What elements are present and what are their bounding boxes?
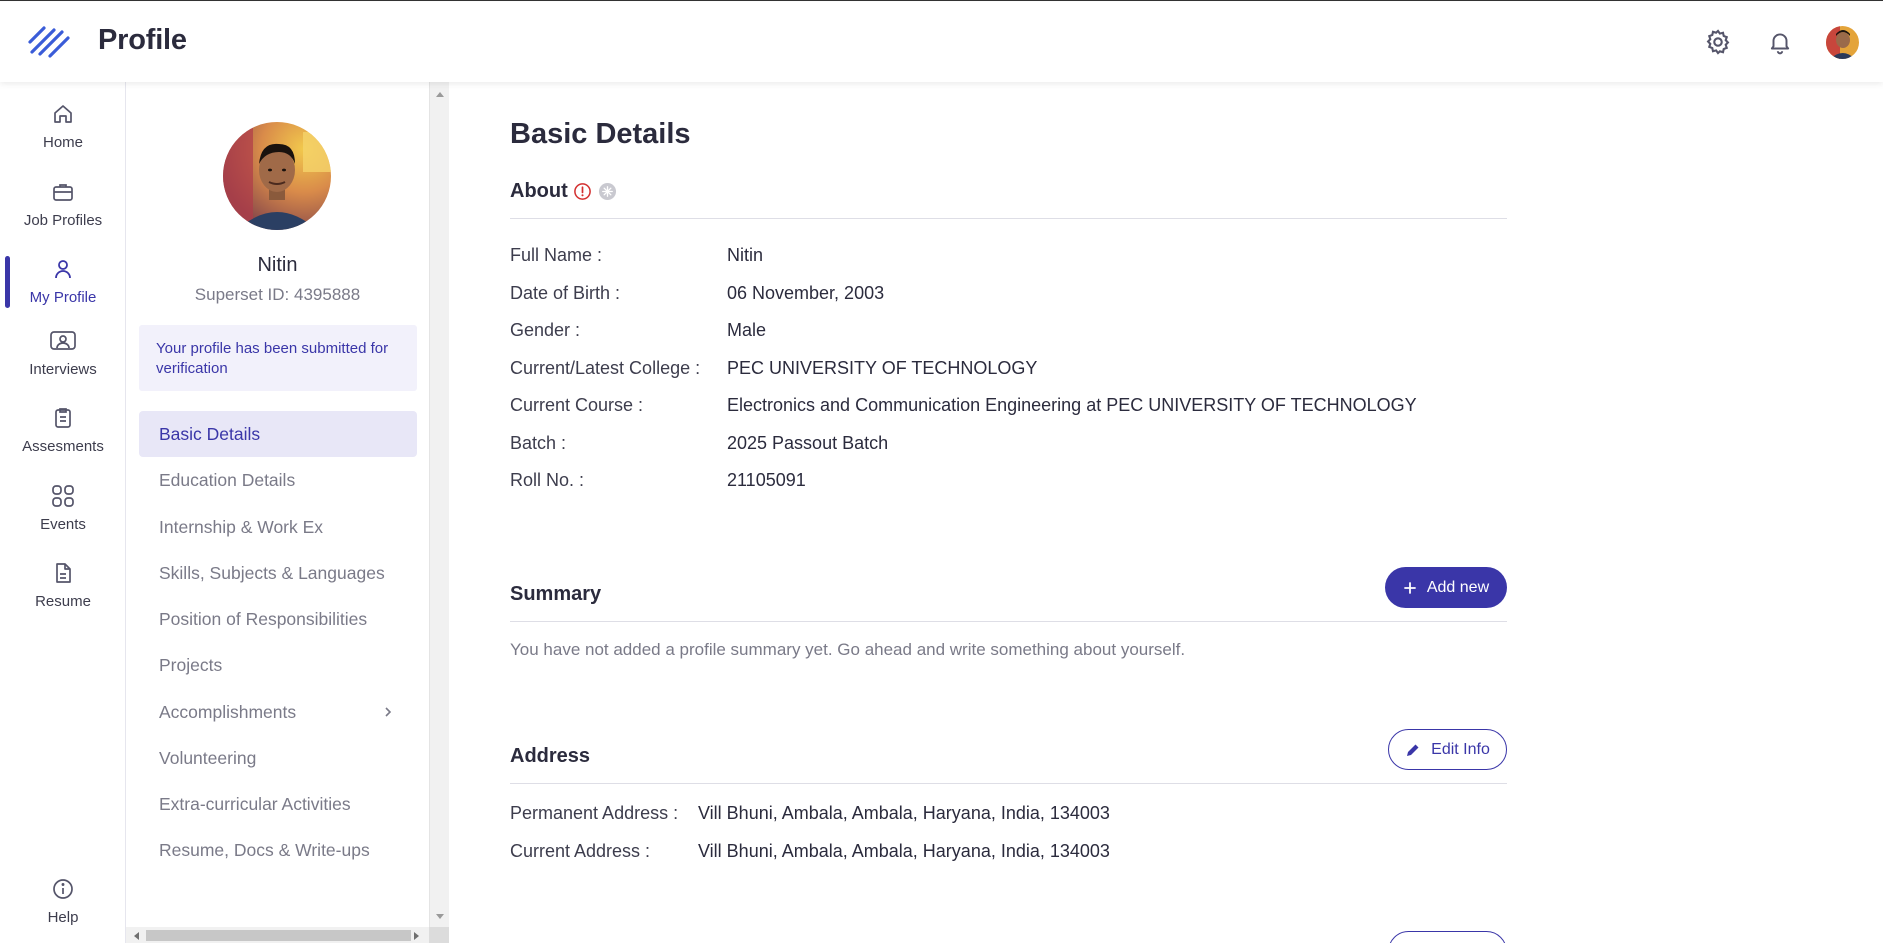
interview-icon	[49, 327, 77, 355]
pencil-icon	[1407, 744, 1419, 756]
chevron-right-icon	[385, 707, 392, 717]
field-label-course: Current Course :	[510, 395, 644, 415]
address-title: Address	[510, 745, 591, 767]
profile-avatar	[223, 122, 331, 230]
field-label-batch: Batch :	[510, 433, 567, 453]
next-section-edit-button[interactable]	[1388, 931, 1507, 943]
rail-item-my-profile[interactable]: My Profile	[0, 255, 126, 325]
divider	[510, 783, 1507, 784]
field-label-gender: Gender :	[510, 320, 581, 340]
add-summary-button-label: Add new	[1426, 578, 1490, 596]
field-value-batch: 2025 Passout Batch	[727, 433, 889, 453]
edit-address-button[interactable]: Edit Info	[1388, 729, 1507, 770]
panel-vertical-scrollbar[interactable]	[429, 82, 449, 927]
rail-item-events[interactable]: Events	[0, 482, 126, 552]
rail-item-label: Interviews	[29, 361, 97, 378]
field-value-roll-no: 21105091	[727, 470, 806, 490]
briefcase-icon	[49, 178, 77, 206]
menu-item-label: Accomplishments	[159, 701, 297, 722]
scrollbar-thumb[interactable]	[146, 930, 411, 941]
rail-item-label: Events	[40, 516, 86, 533]
edit-address-button-label: Edit Info	[1431, 740, 1490, 758]
superset-id: Superset ID: 4395888	[194, 285, 361, 304]
rail-item-help[interactable]: Help	[0, 875, 126, 943]
field-value-date-of-birth: 06 November, 2003	[727, 283, 885, 303]
scroll-right-arrow-icon[interactable]	[413, 931, 421, 941]
menu-item-skills-subjects-languages[interactable]: Skills, Subjects & Languages	[139, 550, 417, 596]
field-label-full-name: Full Name :	[510, 245, 603, 265]
rail-item-label: Job Profiles	[23, 212, 103, 229]
field-value-course: Electronics and Communication Engineerin…	[727, 395, 1417, 415]
menu-item-resume-docs-write-ups[interactable]: Resume, Docs & Write-ups	[139, 827, 417, 873]
profile-name: Nitin	[257, 254, 298, 276]
settings-icon[interactable]	[1702, 26, 1734, 58]
plus-icon	[1403, 581, 1416, 594]
user-avatar[interactable]	[1826, 26, 1859, 59]
page-title: Profile	[98, 24, 187, 56]
left-navigation-rail: Home Job Profiles My Profile Interviews …	[0, 82, 126, 943]
home-icon	[49, 100, 77, 128]
rail-item-job-profiles[interactable]: Job Profiles	[0, 178, 126, 248]
menu-item-volunteering[interactable]: Volunteering	[139, 735, 417, 781]
add-summary-button[interactable]: Add new	[1385, 567, 1507, 608]
main-content: Basic Details About Full Name : Nitin Da…	[449, 82, 1883, 943]
divider	[510, 621, 1507, 622]
menu-item-extra-curricular-activities[interactable]: Extra-curricular Activities	[139, 781, 417, 827]
menu-item-position-of-responsibilities[interactable]: Position of Responsibilities	[139, 596, 417, 642]
menu-item-accomplishments[interactable]: Accomplishments	[139, 689, 417, 735]
field-value-full-name: Nitin	[727, 245, 764, 265]
field-label-college: Current/Latest College :	[510, 358, 701, 378]
user-icon	[49, 255, 77, 283]
profile-side-panel: Nitin Superset ID: 4395888 Your profile …	[126, 82, 429, 943]
field-label-current-address: Current Address :	[510, 841, 651, 861]
scroll-up-arrow-icon[interactable]	[435, 90, 445, 98]
menu-item-basic-details[interactable]: Basic Details	[139, 411, 417, 457]
scroll-left-arrow-icon[interactable]	[132, 931, 140, 941]
document-icon	[49, 559, 77, 587]
field-value-permanent-address: Vill Bhuni, Ambala, Ambala, Haryana, Ind…	[698, 803, 1110, 823]
rail-item-interviews[interactable]: Interviews	[0, 327, 126, 397]
rail-item-label: My Profile	[29, 289, 97, 306]
field-value-gender: Male	[727, 320, 767, 340]
app-logo-icon[interactable]	[28, 24, 70, 60]
summary-empty-text: You have not added a profile summary yet…	[510, 640, 1186, 659]
pending-status-icon[interactable]	[598, 182, 617, 201]
rail-item-label: Assesments	[22, 438, 104, 455]
rail-item-home[interactable]: Home	[0, 100, 126, 170]
grid-icon	[49, 482, 77, 510]
rail-item-label: Resume	[35, 593, 91, 610]
menu-item-internship-work-ex[interactable]: Internship & Work Ex	[139, 504, 417, 550]
rail-item-label: Home	[42, 134, 83, 151]
warning-icon[interactable]	[573, 182, 592, 201]
rail-item-assesments[interactable]: Assesments	[0, 404, 126, 474]
scroll-down-arrow-icon[interactable]	[435, 913, 445, 921]
top-header: Profile	[0, 2, 1883, 82]
field-label-roll-no: Roll No. :	[510, 470, 585, 490]
field-label-permanent-address: Permanent Address :	[510, 803, 679, 823]
divider	[510, 218, 1507, 219]
panel-horizontal-scrollbar[interactable]	[126, 927, 449, 943]
field-value-college: PEC UNIVERSITY OF TECHNOLOGY	[727, 358, 1038, 378]
menu-item-education-details[interactable]: Education Details	[139, 457, 417, 503]
verification-notice: Your profile has been submitted for veri…	[139, 325, 417, 391]
clipboard-icon	[49, 404, 77, 432]
menu-item-projects[interactable]: Projects	[139, 642, 417, 688]
info-icon	[49, 875, 77, 903]
rail-item-label: Help	[47, 909, 79, 926]
summary-title: Summary	[510, 583, 602, 605]
section-heading: Basic Details	[510, 118, 691, 150]
rail-item-resume[interactable]: Resume	[0, 559, 126, 629]
notification-bell-icon[interactable]	[1764, 26, 1796, 58]
field-label-date-of-birth: Date of Birth :	[510, 283, 621, 303]
scrollbar-corner	[429, 927, 449, 943]
field-value-current-address: Vill Bhuni, Ambala, Ambala, Haryana, Ind…	[698, 841, 1110, 861]
about-title: About	[510, 180, 568, 202]
